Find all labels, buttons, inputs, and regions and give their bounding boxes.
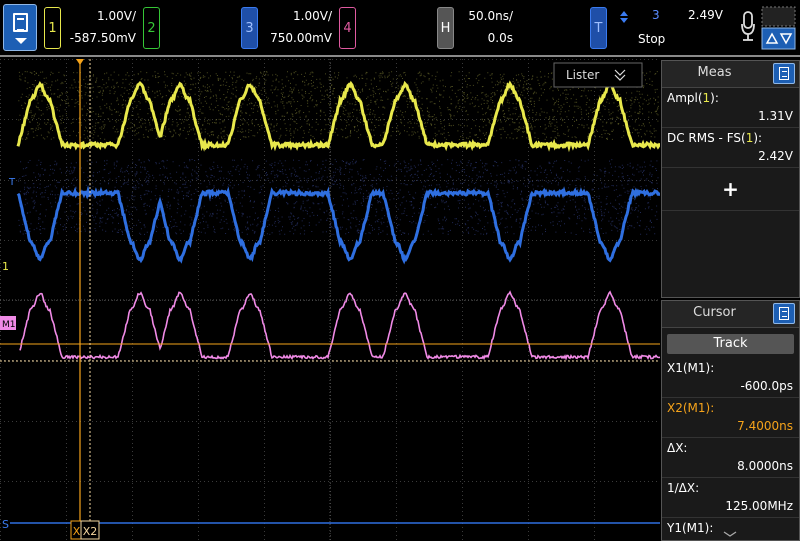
trigger-button[interactable]: T bbox=[590, 7, 607, 49]
cursor-row-x1[interactable]: X1(M1): -600.0ps bbox=[662, 358, 799, 398]
meas-value: 1.31V bbox=[662, 107, 799, 128]
cursor-value: 7.4000ns bbox=[662, 417, 799, 438]
channel-1-ground-marker[interactable]: 1 bbox=[2, 260, 9, 273]
channel-3-settings[interactable]: 1.00V/ 750.00mV bbox=[262, 5, 332, 49]
math-ground-label: M1 bbox=[2, 320, 16, 330]
channel-1-settings[interactable]: 1.00V/ -587.50mV bbox=[64, 5, 136, 49]
meas-menu-icon[interactable] bbox=[773, 63, 795, 84]
horizontal-delay: 0.0s bbox=[458, 27, 513, 49]
cursor-row-x2[interactable]: X2(M1): 7.4000ns bbox=[662, 398, 799, 438]
meas-label-suffix: ): bbox=[753, 131, 762, 145]
main-menu-button[interactable] bbox=[3, 4, 37, 51]
cursor-row-inv-dx[interactable]: 1/ΔX: 125.00MHz bbox=[662, 478, 799, 518]
channel-1-offset: -587.50mV bbox=[64, 27, 136, 49]
cursor-label: 1/ΔX: bbox=[662, 478, 799, 497]
cursor-value: 125.00MHz bbox=[662, 497, 799, 518]
trigger-edge-icon bbox=[619, 10, 629, 24]
channel-2-button[interactable]: 2 bbox=[143, 7, 160, 49]
horizontal-button[interactable]: H bbox=[437, 7, 454, 49]
measurement-item-dcrms[interactable]: DC RMS - FS(1): 2.42V bbox=[662, 128, 799, 168]
channel-3-offset: 750.00mV bbox=[262, 27, 332, 49]
waveform-display[interactable]: X1 X2 1 T M1 S Lister bbox=[0, 59, 660, 541]
cursor-menu-icon[interactable] bbox=[773, 303, 795, 324]
trigger-level: 2.49V bbox=[688, 8, 723, 22]
cursor-value: -600.0ps bbox=[662, 377, 799, 398]
channel-3-button[interactable]: 3 bbox=[241, 7, 258, 49]
meas-value: 2.42V bbox=[662, 147, 799, 168]
meas-label-suffix: ): bbox=[710, 91, 719, 105]
meas-title: Meas bbox=[662, 65, 767, 80]
cursor-x2-label: X2 bbox=[83, 525, 98, 538]
chevron-down-icon bbox=[15, 38, 27, 44]
microphone-icon[interactable] bbox=[740, 8, 756, 48]
cursor-mode-button[interactable]: Track bbox=[667, 334, 794, 354]
touch-zoom-button[interactable] bbox=[760, 6, 797, 50]
measurement-item-ampl[interactable]: Ampl(1): 1.31V bbox=[662, 88, 799, 128]
trigger-source: 3 bbox=[652, 8, 660, 22]
lister-label: Lister bbox=[566, 68, 599, 82]
cursor-label: X1(M1): bbox=[662, 358, 799, 377]
meas-label: Ampl( bbox=[667, 91, 703, 105]
meas-label: DC RMS - FS( bbox=[667, 131, 746, 145]
cursor-label: ΔX: bbox=[662, 438, 799, 457]
run-status: Stop bbox=[638, 32, 665, 46]
cursor-row-dx[interactable]: ΔX: 8.0000ns bbox=[662, 438, 799, 478]
horizontal-settings[interactable]: 50.0ns/ 0.0s bbox=[458, 5, 513, 49]
cursor-panel: Cursor Track X1(M1): -600.0ps X2(M1): 7.… bbox=[661, 300, 800, 541]
menu-icon bbox=[13, 13, 28, 32]
channel-1-scale: 1.00V/ bbox=[64, 5, 136, 27]
add-measurement-button[interactable]: + bbox=[662, 168, 799, 211]
cursor-title: Cursor bbox=[662, 305, 767, 320]
cursor-label: X2(M1): bbox=[662, 398, 799, 417]
serial-marker[interactable]: S bbox=[2, 518, 9, 531]
scroll-down-icon[interactable] bbox=[722, 530, 738, 538]
measurements-panel: Meas Ampl(1): 1.31V DC RMS - FS(1): 2.42… bbox=[661, 60, 800, 298]
trigger-level-marker[interactable]: T bbox=[8, 177, 16, 188]
channel-3-scale: 1.00V/ bbox=[262, 5, 332, 27]
top-control-bar: 1 1.00V/ -587.50mV 2 3 1.00V/ 750.00mV 4… bbox=[0, 0, 800, 57]
horizontal-scale: 50.0ns/ bbox=[458, 5, 513, 27]
cursor-value: 8.0000ns bbox=[662, 457, 799, 478]
channel-1-button[interactable]: 1 bbox=[44, 7, 61, 49]
channel-4-button[interactable]: 4 bbox=[339, 7, 356, 49]
